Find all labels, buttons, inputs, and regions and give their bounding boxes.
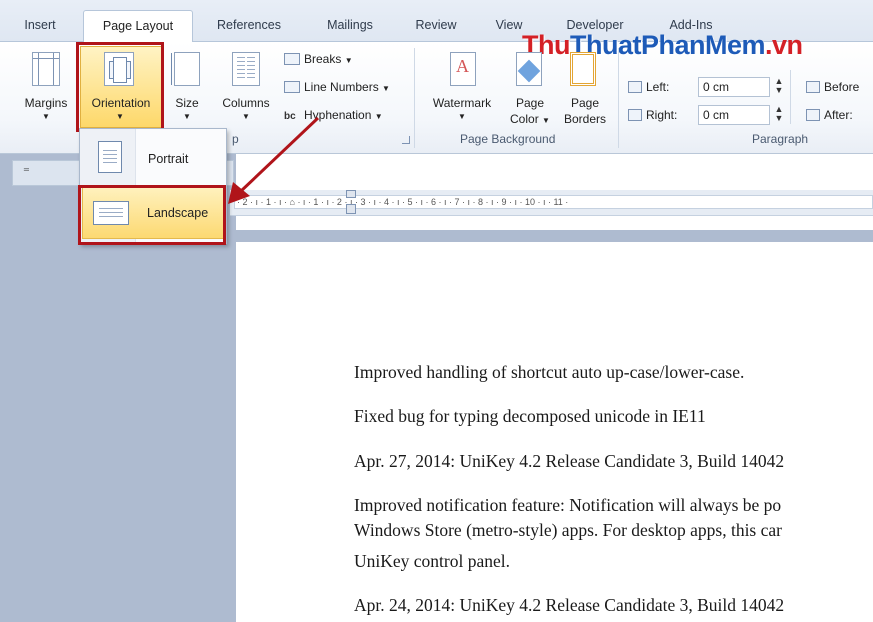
annotation-arrow [228, 116, 320, 204]
arrow-shaft [238, 116, 320, 194]
